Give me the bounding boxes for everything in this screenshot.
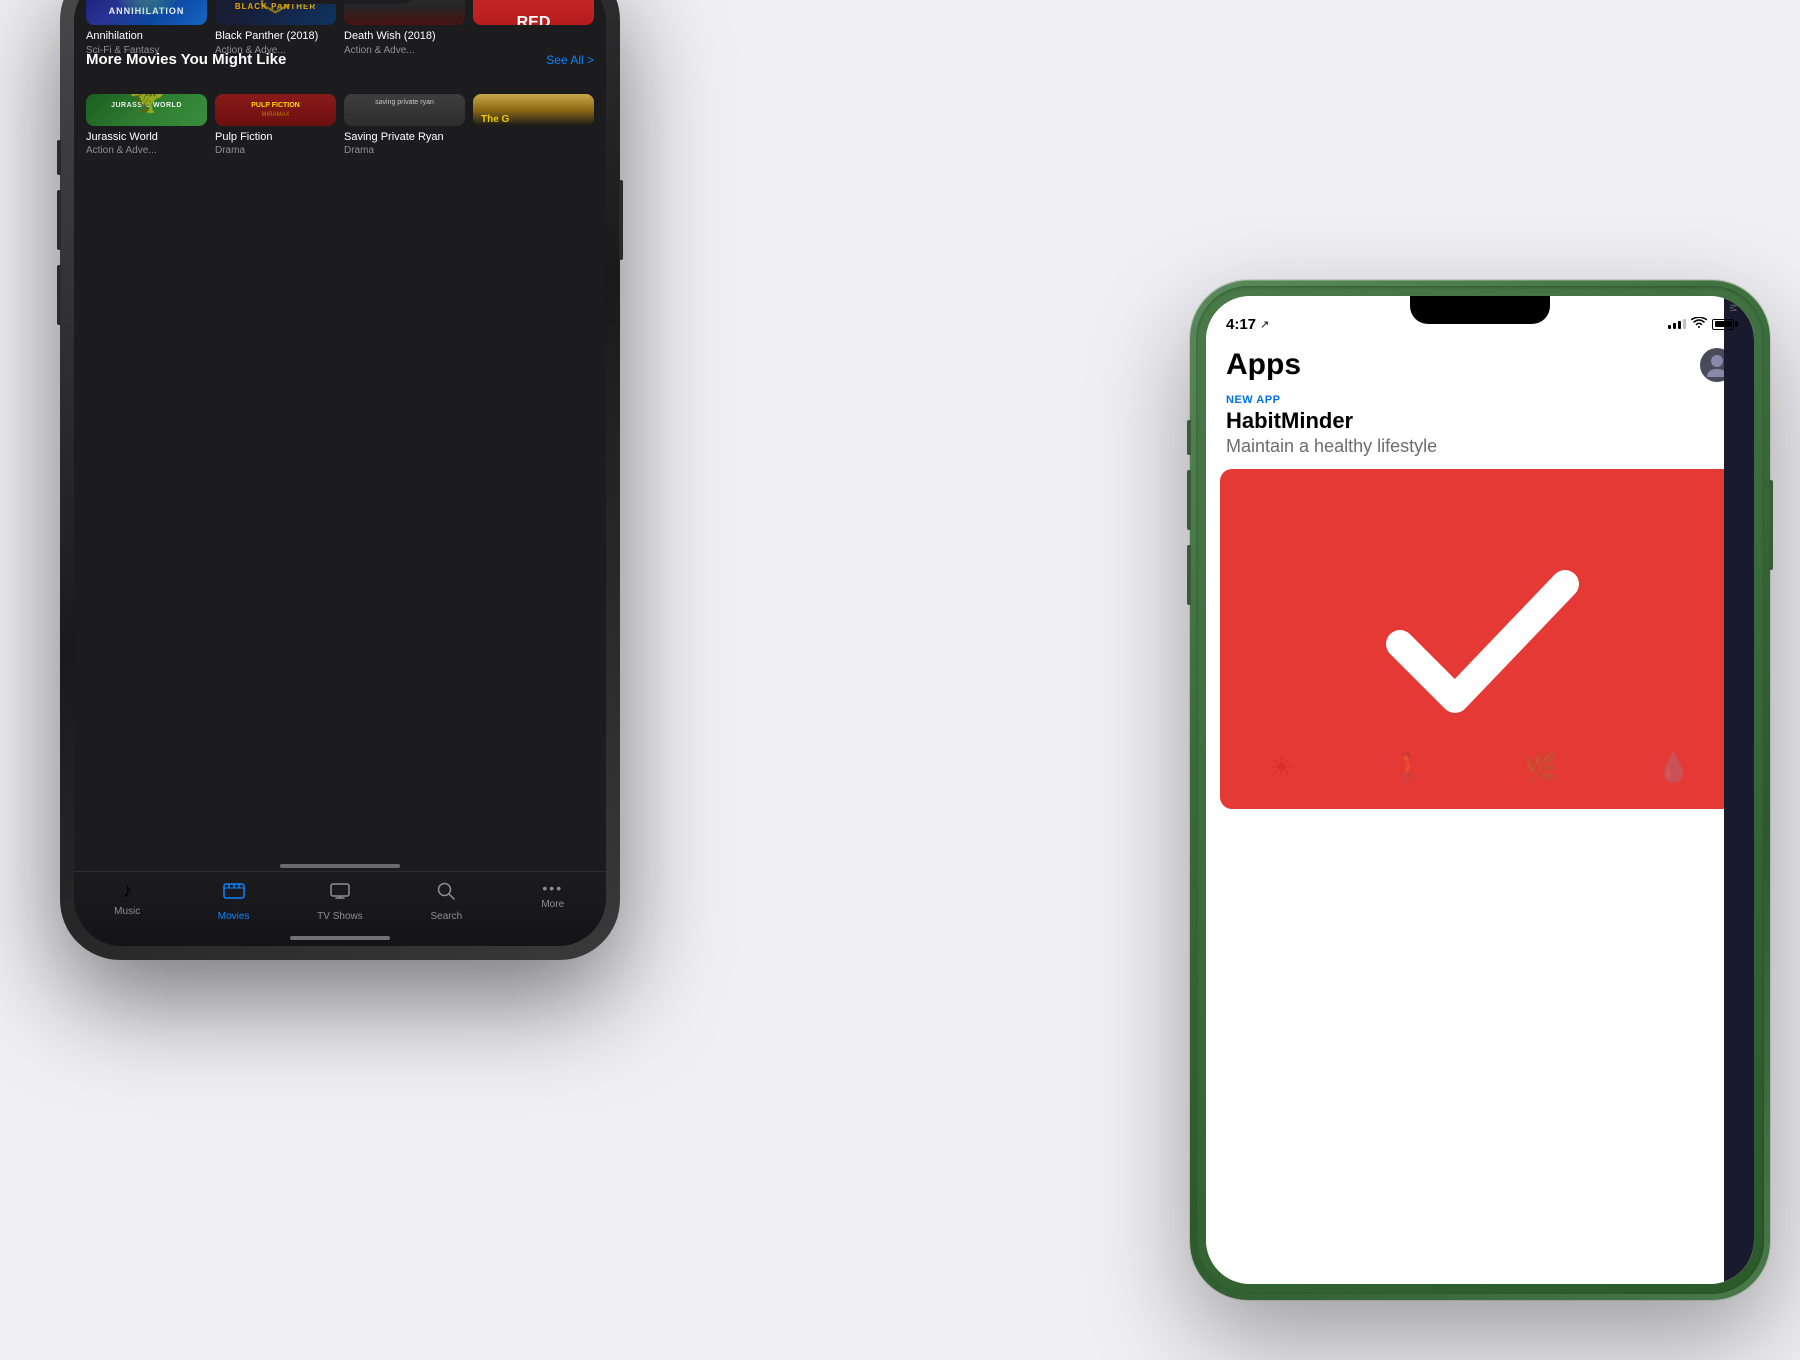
sun-bg-icon: ☀ xyxy=(1269,751,1294,784)
status-time: 4:17 xyxy=(1226,316,1256,333)
movie-item: Jurassic World Action & Adve... xyxy=(86,94,207,125)
movie-item: The G Part I Drama xyxy=(473,94,594,125)
movies-row-2: Jurassic World Action & Adve... Pulp Fic… xyxy=(86,94,594,125)
music-icon: ♪ xyxy=(122,880,132,903)
movie-title: Black Panther (2018) xyxy=(215,29,336,43)
signal-bar-2 xyxy=(1673,323,1676,329)
location-icon: ↗ xyxy=(1260,318,1269,331)
movie-info-pf: Pulp Fiction Drama xyxy=(215,126,336,157)
movie-item: Annihilation Sci-Fi & Fantasy xyxy=(86,0,207,25)
checkmark-svg xyxy=(1380,549,1580,729)
battery-icon xyxy=(1712,319,1734,330)
banner-bg-icons: ☀ 🚶 🌿 💧 xyxy=(1220,751,1740,784)
phone2-screen: 4:17 ↗ xyxy=(1206,296,1754,1284)
battery-fill xyxy=(1715,321,1732,327)
bottom-navigation: ♪ Music Movie xyxy=(74,871,606,946)
poster-red[interactable] xyxy=(473,0,594,25)
phone2-mute-button xyxy=(1187,420,1191,455)
signal-bar-3 xyxy=(1678,321,1681,329)
nav-search-label: Search xyxy=(431,911,463,922)
phone2-content: 4:17 ↗ xyxy=(1206,296,1754,1284)
nav-movies[interactable]: Movies xyxy=(209,880,259,922)
movie-title: Death Wish (2018) xyxy=(344,29,465,43)
movie-title: Saving Private Ryan xyxy=(344,130,465,144)
movie-genre: Action & Adve... xyxy=(344,44,465,57)
phone1-volume-up-button xyxy=(57,190,61,250)
nav-movies-label: Movies xyxy=(218,911,250,922)
phone1-itunes: Annihilation Sci-Fi & Fantasy Black Pant… xyxy=(60,0,620,960)
status-icons xyxy=(1668,316,1734,332)
featured-app-tagline: Maintain a healthy lifestyle xyxy=(1206,436,1754,469)
movie-genre: Action & Adve... xyxy=(86,144,207,157)
section-title: More Movies You Might Like xyxy=(86,51,286,68)
movies-grid-top: Annihilation Sci-Fi & Fantasy Black Pant… xyxy=(74,0,606,43)
phone2-volume-down-button xyxy=(1187,545,1191,605)
movie-title: Pulp Fiction xyxy=(215,130,336,144)
scene: Annihilation Sci-Fi & Fantasy Black Pant… xyxy=(0,0,1800,1360)
phone2-power-button xyxy=(1769,480,1773,570)
movie-genre: Drama xyxy=(215,144,336,157)
movies-grid-bottom: Jurassic World Action & Adve... Pulp Fic… xyxy=(74,84,606,143)
scroll-indicator xyxy=(280,864,400,868)
movie-info-jw: Jurassic World Action & Adve... xyxy=(86,126,207,157)
phone1-content: Annihilation Sci-Fi & Fantasy Black Pant… xyxy=(74,0,606,946)
poster-godfather[interactable] xyxy=(473,94,594,125)
movie-item: Saving Private Ryan Drama xyxy=(344,94,465,125)
leaf-bg-icon: 🌿 xyxy=(1524,751,1559,784)
nav-music-label: Music xyxy=(114,906,140,917)
right-partial-card: M xyxy=(1724,296,1754,1284)
poster-jurassic[interactable] xyxy=(86,94,207,125)
wifi-icon xyxy=(1691,316,1707,332)
movie-genre: Drama xyxy=(344,144,465,157)
phone1-volume-down-button xyxy=(57,265,61,325)
drop-bg-icon: 💧 xyxy=(1656,751,1691,784)
poster-annihilation[interactable] xyxy=(86,0,207,25)
nav-search[interactable]: Search xyxy=(421,880,471,922)
phone1-mute-button xyxy=(57,140,61,175)
nav-tvshows-label: TV Shows xyxy=(317,911,363,922)
phone2-appstore: 4:17 ↗ xyxy=(1190,280,1770,1300)
nav-tvshows[interactable]: TV Shows xyxy=(315,880,365,922)
nav-more-label: More xyxy=(541,899,564,910)
appstore-header: Apps xyxy=(1206,340,1754,394)
movies-icon xyxy=(223,880,245,908)
home-indicator xyxy=(290,936,390,940)
new-app-badge: NEW APP xyxy=(1206,394,1754,408)
movie-title: Jurassic World xyxy=(86,130,207,144)
movie-item: Pulp Fiction Drama xyxy=(215,94,336,125)
movie-title: Annihilation xyxy=(86,29,207,43)
signal-bar-4 xyxy=(1683,319,1686,329)
see-all-link[interactable]: See All > xyxy=(546,53,594,67)
phone1-power-button xyxy=(619,180,623,260)
apps-page-title: Apps xyxy=(1226,348,1301,382)
featured-app-name: HabitMinder xyxy=(1206,408,1754,436)
movie-info-dw: Death Wish (2018) Action & Adve... xyxy=(344,25,465,56)
phone2-notch xyxy=(1410,296,1550,324)
tvshows-icon xyxy=(329,880,351,908)
phone1-notch xyxy=(260,0,420,4)
app-banner[interactable]: ☀ 🚶 🌿 💧 xyxy=(1220,469,1740,809)
status-time-area: 4:17 ↗ xyxy=(1226,316,1269,333)
phone2-volume-up-button xyxy=(1187,470,1191,530)
movie-info-spr: Saving Private Ryan Drama xyxy=(344,126,465,157)
nav-more[interactable]: ••• More xyxy=(528,880,578,910)
movie-item: Red S Thrille... xyxy=(473,0,594,25)
phone1-screen: Annihilation Sci-Fi & Fantasy Black Pant… xyxy=(74,0,606,946)
poster-ryan[interactable] xyxy=(344,94,465,125)
search-nav-icon xyxy=(435,880,457,908)
poster-pulp[interactable] xyxy=(215,94,336,125)
walk-bg-icon: 🚶 xyxy=(1391,751,1426,784)
signal-bar-1 xyxy=(1668,325,1671,329)
signal-bars-icon xyxy=(1668,319,1686,329)
nav-music[interactable]: ♪ Music xyxy=(102,880,152,917)
more-icon: ••• xyxy=(542,880,563,896)
